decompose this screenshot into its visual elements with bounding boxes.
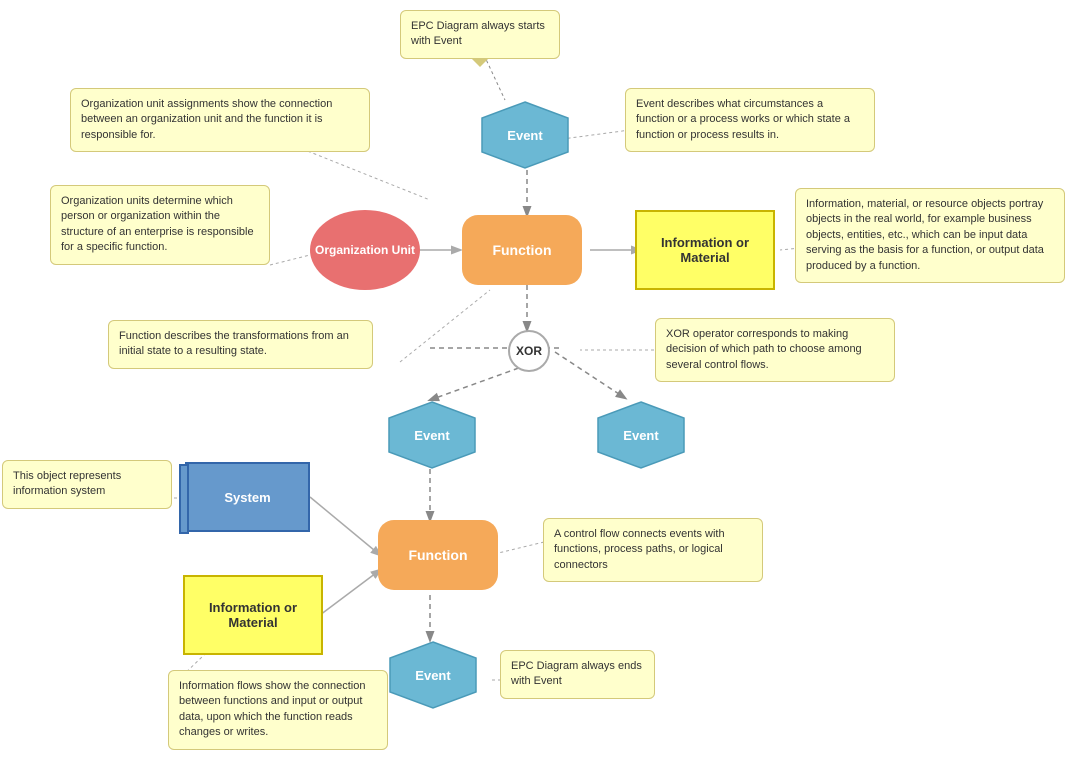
note-event-desc: Event describes what circumstances a fun… <box>625 88 875 152</box>
system-shape: System <box>185 462 310 532</box>
xor-shape: XOR <box>508 330 550 372</box>
info-material-1-shape: Information or Material <box>635 210 775 290</box>
info-material-2-shape: Information or Material <box>183 575 323 655</box>
note-epc-starts: EPC Diagram always starts with Event <box>400 10 560 59</box>
event-1: Event <box>480 100 570 170</box>
note-org-unit-desc: Organization units determine which perso… <box>50 185 270 265</box>
note-info-flow-desc: Information flows show the connection be… <box>168 670 388 750</box>
org-unit-shape: Organization Unit <box>310 210 420 290</box>
note-control-flow-desc: A control flow connects events with func… <box>543 518 763 582</box>
event-4: Event <box>388 640 478 710</box>
note-xor-desc: XOR operator corresponds to making decis… <box>655 318 895 382</box>
event-2: Event <box>387 400 477 470</box>
note-function-desc: Function describes the transformations f… <box>108 320 373 369</box>
diagram-container: EPC Diagram always starts with Event Eve… <box>0 0 1087 761</box>
note-system-desc: This object represents information syste… <box>2 460 172 509</box>
note-info-material-desc: Information, material, or resource objec… <box>795 188 1065 283</box>
event-3: Event <box>596 400 686 470</box>
note-epc-ends: EPC Diagram always ends with Event <box>500 650 655 699</box>
note-org-unit-assign: Organization unit assignments show the c… <box>70 88 370 152</box>
function-1-shape: Function <box>462 215 582 285</box>
function-2-shape: Function <box>378 520 498 590</box>
